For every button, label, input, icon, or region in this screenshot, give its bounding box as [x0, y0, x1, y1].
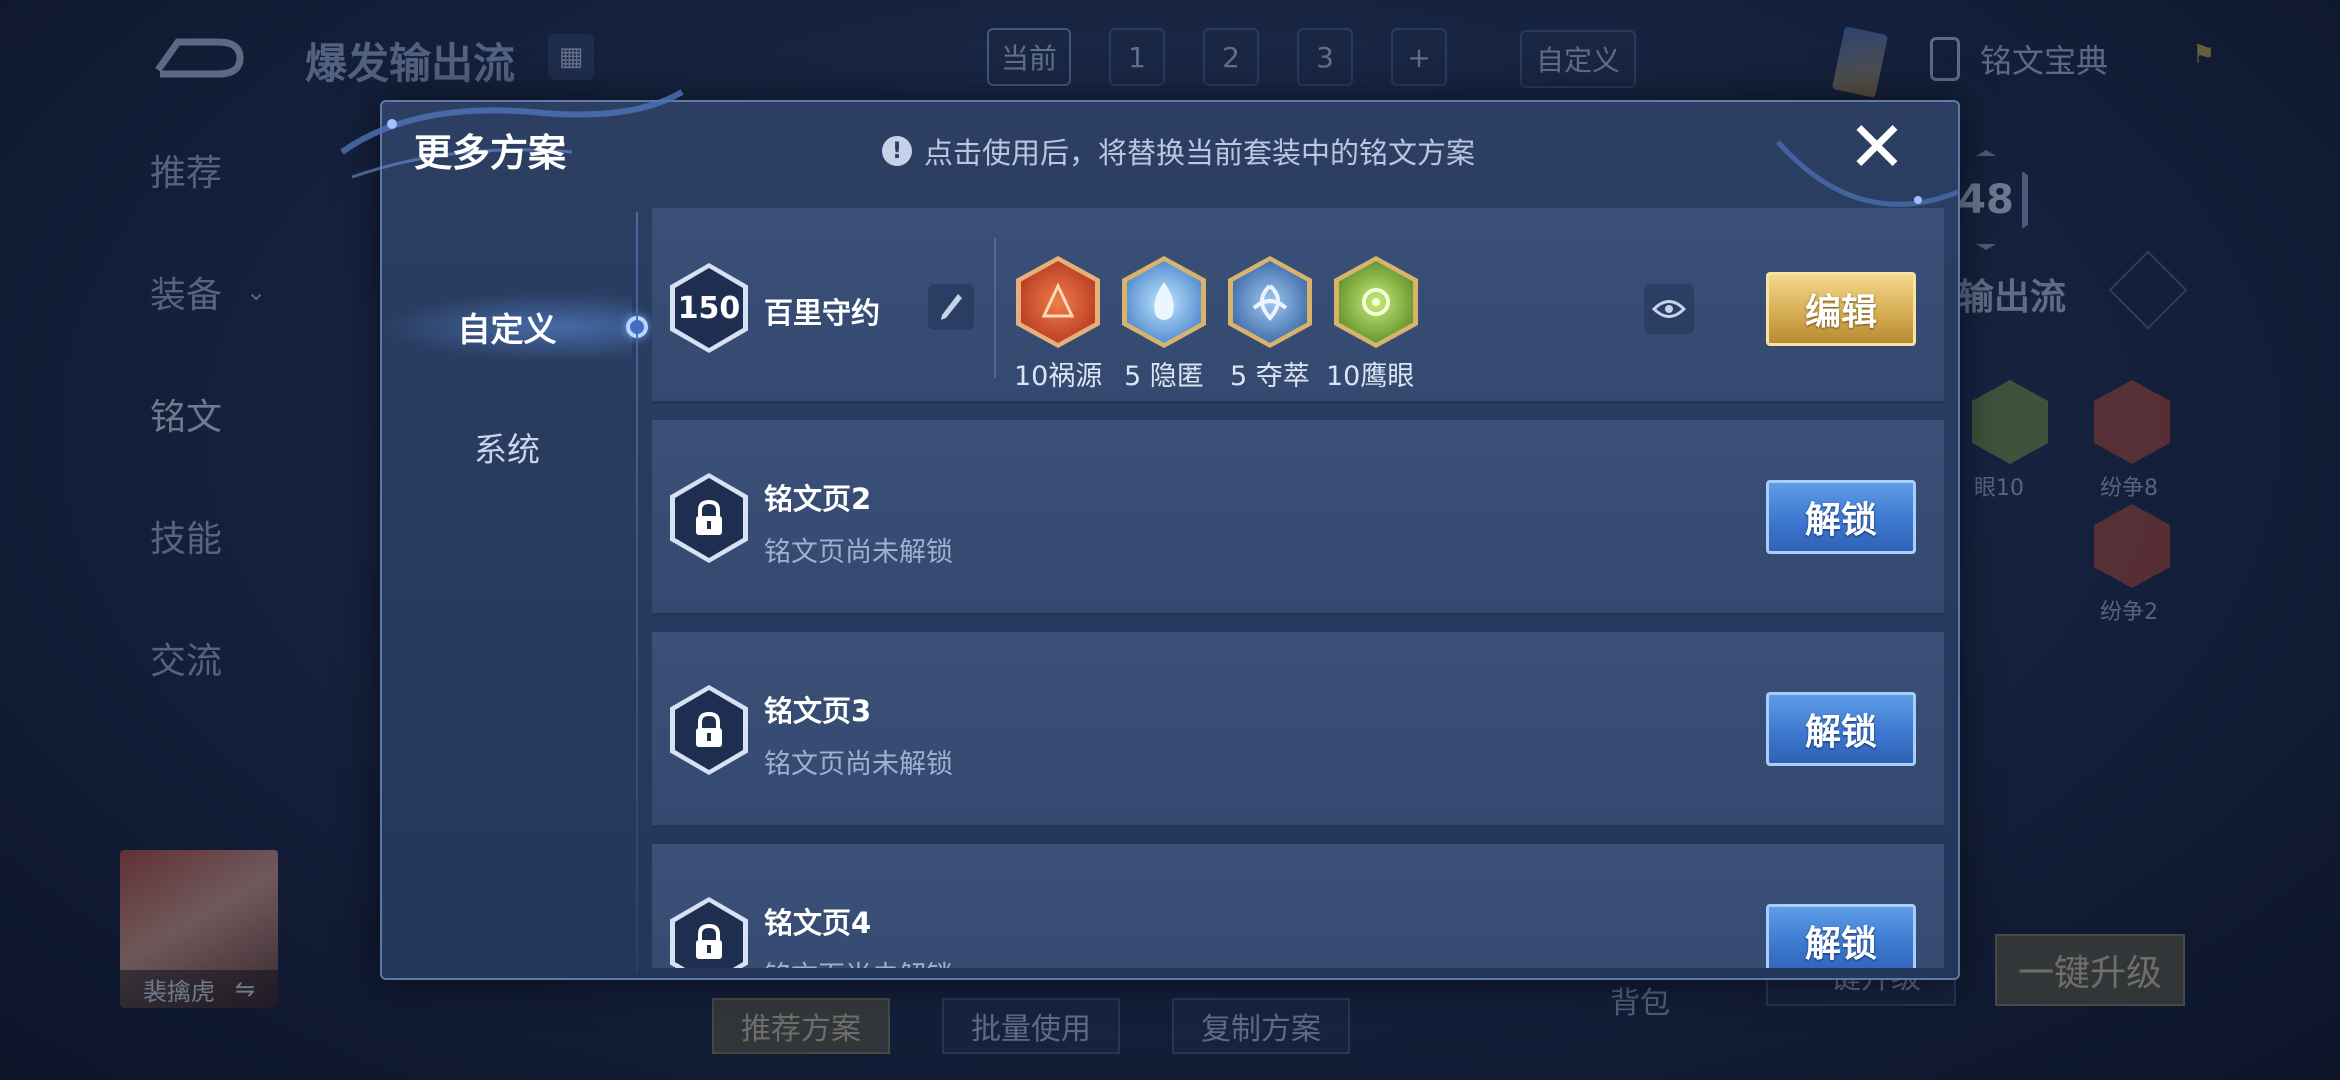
one-click-upgrade-button[interactable]: 一键升级 [1995, 934, 2185, 1006]
nav-item-system[interactable]: 系统 [382, 412, 632, 482]
unlock-button[interactable]: 解锁 [1766, 904, 1916, 968]
modal-note-text: 点击使用后，将替换当前套装中的铭文方案 [924, 136, 1476, 170]
rune-page-row[interactable]: 150 百里守约 10祸源 5 隐匿 5 夺萃 10鹰眼 编辑 [652, 208, 1944, 404]
loadout-page-tabs: 当前 1 2 3 + [987, 28, 1448, 86]
rune-label: 5 夺萃 [1230, 361, 1310, 392]
tab-1[interactable]: 1 [1109, 28, 1166, 86]
rune-page-status: 铭文页尚未解锁 [764, 954, 953, 968]
side-item-label: 装备 [150, 275, 223, 316]
wifi-icon: ⚑ [2192, 40, 2216, 70]
nav-divider [636, 212, 638, 972]
rename-button[interactable] [928, 284, 974, 330]
hero-name: 裴擒虎 [142, 977, 215, 1006]
codex-label: 铭文宝典 [1980, 42, 2109, 80]
grid-icon[interactable]: ▦ [548, 34, 594, 80]
rune-label: 10鹰眼 [1326, 361, 1415, 392]
red-rune-icon[interactable] [1016, 256, 1100, 348]
rune-page-name: 百里守约 [764, 296, 881, 330]
right-loadout-title: 输出流 [1958, 277, 2067, 318]
rune-gem-icon [2094, 504, 2170, 588]
rune-page-name: 铭文页4 [764, 906, 872, 940]
rune-gem-icon [1972, 380, 2048, 464]
plan-category-nav: 自定义 系统 [382, 212, 648, 972]
close-icon[interactable]: ✕ [1844, 112, 1910, 182]
more-plans-modal: 更多方案 ! 点击使用后，将替换当前套装中的铭文方案 ✕ 自定义 系统 150 … [340, 89, 1960, 980]
tab-2[interactable]: 2 [1203, 28, 1260, 86]
menu-icon[interactable] [2108, 250, 2188, 330]
side-item-recommend[interactable]: 推荐 [150, 150, 266, 194]
side-item-equipment[interactable]: 装备 ⌄ [150, 272, 267, 316]
side-item-runes[interactable]: 铭文 [150, 394, 266, 438]
recommended-plan-button[interactable]: 推荐方案 [712, 998, 890, 1054]
loadout-title: 爆发输出流 [305, 39, 516, 88]
unlock-button[interactable]: 解锁 [1766, 692, 1916, 766]
batch-use-button[interactable]: 批量使用 [942, 998, 1120, 1054]
rune-gem-icon [2094, 380, 2170, 464]
blue-knot-rune-icon[interactable] [1228, 256, 1312, 348]
rune-page-level: 150 [677, 290, 741, 326]
rune-page-row[interactable]: 铭文页3 铭文页尚未解锁 解锁 [652, 632, 1944, 828]
rune-page-name: 铭文页3 [764, 694, 872, 728]
tab-3[interactable]: 3 [1297, 28, 1354, 86]
modal-title: 更多方案 [414, 131, 567, 175]
tab-custom[interactable]: 自定义 [1520, 30, 1636, 88]
rune-label: 10祸源 [1014, 361, 1103, 392]
rune-label: 5 隐匿 [1124, 361, 1204, 392]
swap-icon: ⇋ [234, 975, 256, 1003]
info-icon: ! [882, 136, 912, 166]
modal-note: ! 点击使用后，将替换当前套装中的铭文方案 [882, 130, 1475, 172]
rune-gem-label: 纷争8 [2100, 476, 2158, 501]
rune-page-row[interactable]: 铭文页2 铭文页尚未解锁 解锁 [652, 420, 1944, 616]
unlock-button[interactable]: 解锁 [1766, 480, 1916, 554]
rune-page-status: 铭文页尚未解锁 [764, 749, 953, 780]
chevron-down-icon: ⌄ [246, 278, 267, 306]
lock-icon [670, 473, 748, 563]
rune-gem-label: 纷争2 [2100, 600, 2158, 625]
side-item-community[interactable]: 交流 [150, 638, 266, 682]
edit-button[interactable]: 编辑 [1766, 272, 1916, 346]
side-item-skills[interactable]: 技能 [150, 516, 266, 560]
side-nav: 推荐 装备 ⌄ 铭文 技能 交流 [150, 150, 267, 682]
bottom-buttons: 推荐方案 批量使用 复制方案 [712, 998, 1350, 1054]
lock-icon [670, 685, 748, 775]
rune-page-row[interactable]: 铭文页4 铭文页尚未解锁 解锁 [652, 844, 1944, 968]
rune-page-name: 铭文页2 [764, 482, 872, 516]
rune-codex-button[interactable]: 铭文宝典 [1930, 36, 2108, 82]
tab-add[interactable]: + [1391, 28, 1448, 86]
row-divider [994, 238, 996, 378]
blue-rune-icon[interactable] [1122, 256, 1206, 348]
green-rune-icon[interactable] [1334, 256, 1418, 348]
card-icon[interactable] [1831, 26, 1889, 98]
codex-icon [1930, 37, 1960, 81]
preview-eye-icon[interactable] [1644, 284, 1694, 334]
back-arrow-icon[interactable] [148, 30, 248, 86]
pencil-icon [941, 294, 962, 320]
bag-label[interactable]: 背包 [1610, 978, 1670, 1022]
tab-current[interactable]: 当前 [987, 28, 1072, 86]
lock-icon [670, 897, 748, 968]
rune-page-list: 150 百里守约 10祸源 5 隐匿 5 夺萃 10鹰眼 编辑 铭文页2 铭文页… [652, 208, 1944, 968]
nav-item-custom[interactable]: 自定义 [382, 292, 632, 362]
rune-page-status: 铭文页尚未解锁 [764, 537, 953, 568]
rune-gem-label: 眼10 [1974, 476, 2024, 501]
copy-plan-button[interactable]: 复制方案 [1172, 998, 1350, 1054]
hero-name-bar[interactable]: 裴擒虎 ⇋ [120, 970, 278, 1008]
